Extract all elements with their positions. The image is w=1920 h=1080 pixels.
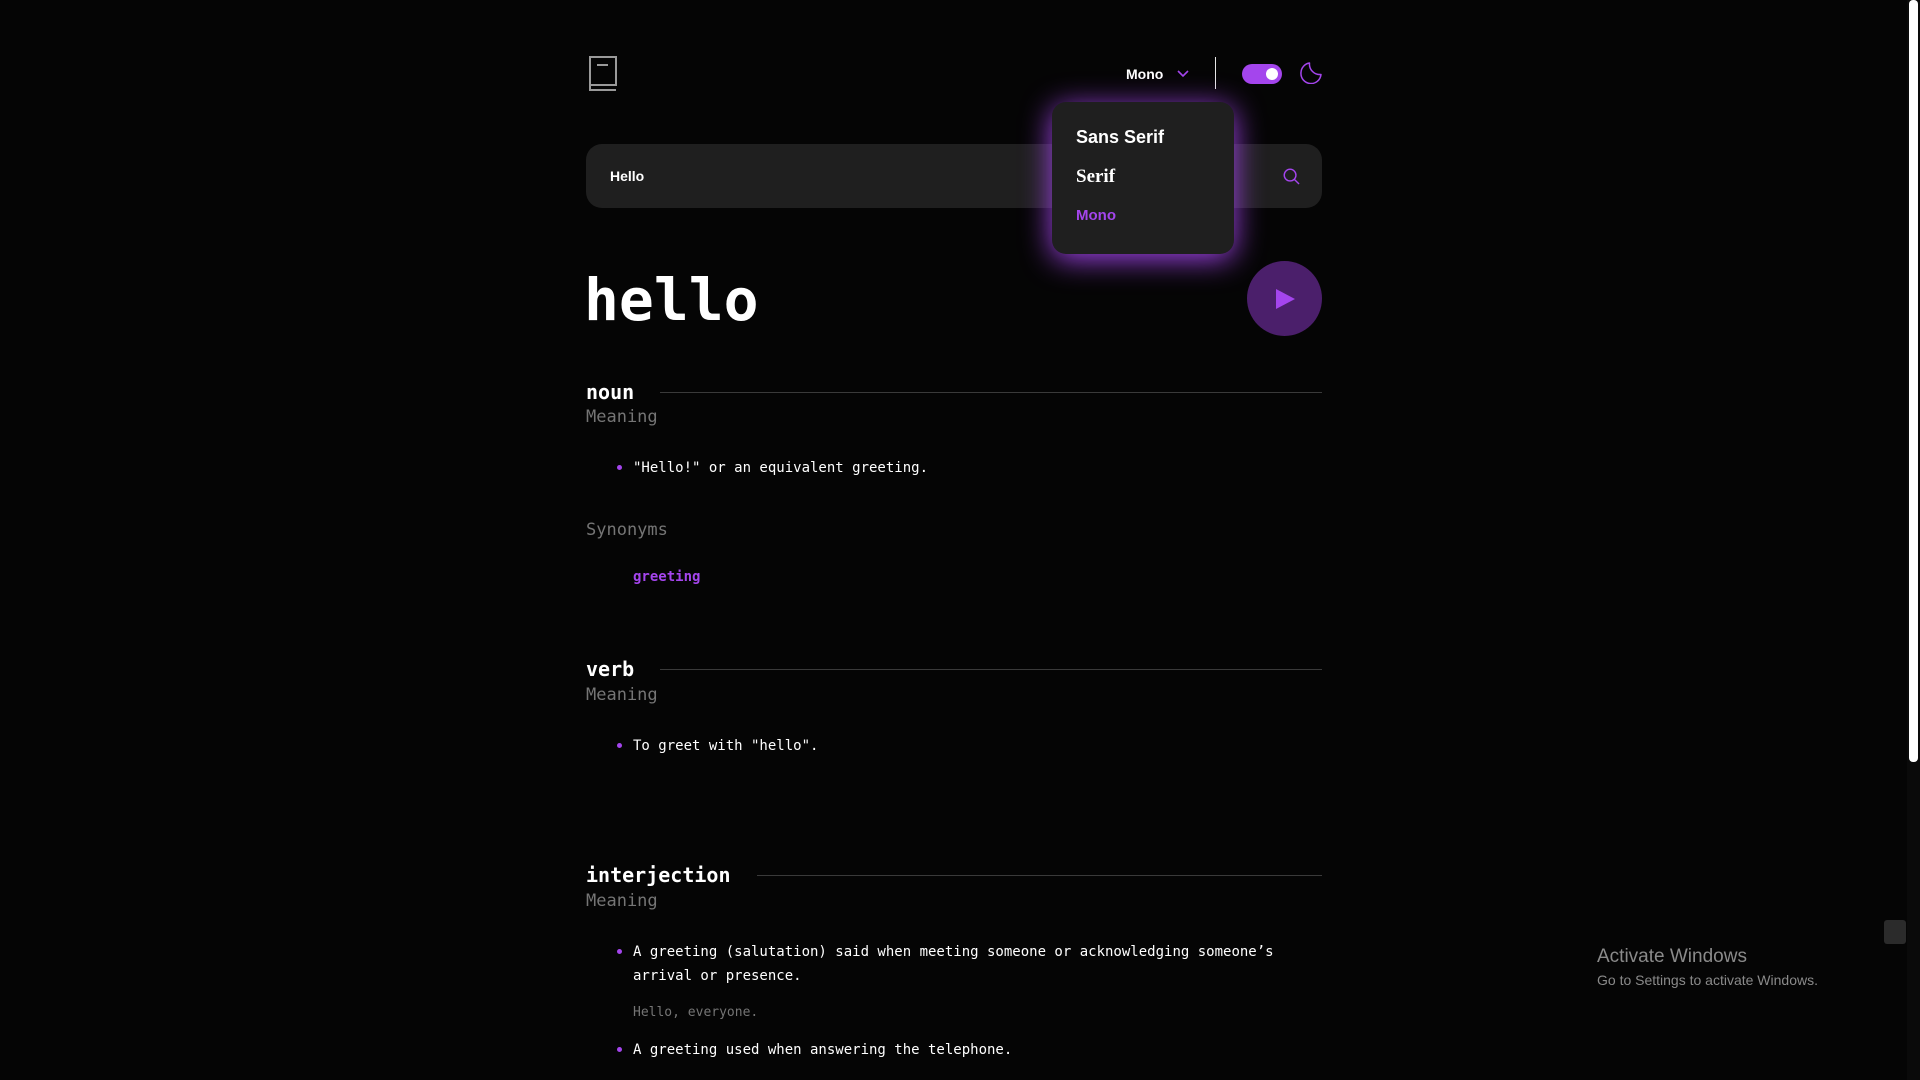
part-of-speech-label: interjection — [586, 863, 731, 887]
tray-icon[interactable] — [1884, 920, 1906, 944]
font-option-sans-serif[interactable]: Sans Serif — [1076, 126, 1210, 148]
definition-item: "Hello!" or an equivalent greeting. — [633, 460, 929, 476]
synonyms-label: Synonyms — [586, 520, 668, 540]
meaning-label: Meaning — [586, 407, 658, 427]
scrollbar-thumb[interactable] — [1909, 0, 1918, 762]
word-title: hello — [584, 266, 759, 334]
activate-windows-title: Activate Windows — [1597, 946, 1747, 967]
dictionary-page: Mono Sans Serif Serif Mono hello noun Me… — [0, 0, 1920, 1080]
play-audio-button[interactable] — [1247, 261, 1322, 336]
section-verb-heading: verb — [586, 655, 1322, 683]
definition-item: A greeting used when answering the telep… — [633, 1042, 1013, 1058]
moon-icon — [1300, 62, 1322, 84]
section-divider — [756, 874, 1322, 876]
part-of-speech-label: noun — [586, 380, 635, 404]
bullet-icon — [617, 949, 622, 954]
font-option-mono[interactable]: Mono — [1076, 206, 1210, 226]
font-family-select[interactable]: Mono — [1126, 63, 1189, 85]
bullet-icon — [617, 1047, 622, 1052]
chevron-down-icon — [1177, 70, 1189, 78]
toggle-knob — [1266, 68, 1278, 80]
font-select-value: Mono — [1126, 66, 1164, 82]
font-dropdown-menu: Sans Serif Serif Mono — [1052, 102, 1234, 254]
bullet-icon — [617, 465, 622, 470]
search-icon[interactable] — [1283, 168, 1300, 185]
definition-item: To greet with "hello". — [633, 738, 819, 754]
section-divider — [660, 391, 1322, 393]
synonym-link[interactable]: greeting — [633, 569, 700, 585]
header-divider — [1215, 57, 1216, 89]
meaning-label: Meaning — [586, 685, 658, 705]
meaning-label: Meaning — [586, 891, 658, 911]
theme-toggle[interactable] — [1242, 64, 1282, 84]
section-noun-heading: noun — [586, 378, 1322, 406]
section-interjection-heading: interjection — [586, 861, 1322, 889]
definition-item: A greeting (salutation) said when meetin… — [633, 944, 1274, 984]
section-divider — [660, 668, 1322, 670]
page-scrollbar[interactable] — [1907, 0, 1920, 1080]
bullet-icon — [617, 743, 622, 748]
part-of-speech-label: verb — [586, 657, 635, 681]
activate-windows-subtitle: Go to Settings to activate Windows. — [1597, 972, 1818, 988]
play-icon — [1275, 288, 1295, 309]
book-logo-icon[interactable] — [586, 55, 620, 93]
example-text: Hello, everyone. — [633, 1005, 759, 1020]
font-option-serif[interactable]: Serif — [1076, 166, 1210, 188]
